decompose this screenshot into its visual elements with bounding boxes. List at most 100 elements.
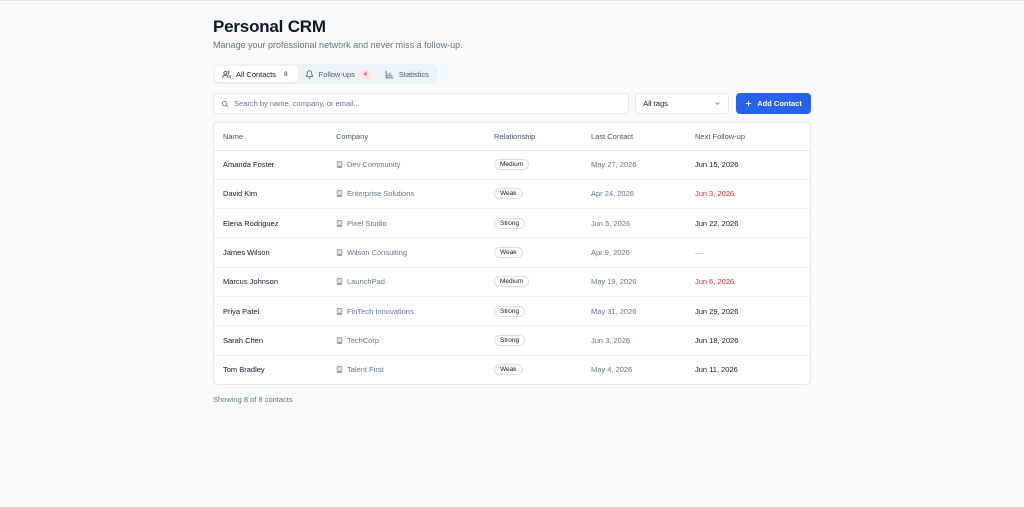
- company-cell: Wilson Consulting: [336, 237, 494, 268]
- next-followup: Jun 18, 2026: [695, 325, 810, 356]
- building-icon: [336, 219, 343, 227]
- last-contact: May 31, 2026: [591, 296, 695, 327]
- tab-statistics[interactable]: Statistics: [378, 66, 436, 82]
- page-container: Personal CRM Manage your professional ne…: [213, 16, 811, 404]
- toolbar: All tags Add Contact: [213, 93, 811, 114]
- building-icon: [336, 307, 343, 315]
- contact-name: Amanda Foster: [214, 150, 336, 180]
- relationship-cell: Weak: [494, 237, 591, 268]
- contact-name: Marcus Johnson: [214, 267, 336, 297]
- company: Wilson Consulting: [336, 248, 494, 257]
- tag-filter-value: All tags: [643, 99, 668, 108]
- building-icon: [336, 278, 343, 286]
- table-row[interactable]: Tom Bradley Talent First Weak May 4, 2026 Ju…: [214, 355, 810, 384]
- company-name: TechCorp: [347, 335, 380, 345]
- building-icon: [336, 366, 343, 374]
- search-icon: [221, 100, 229, 107]
- next-followup: Jun 3, 2026: [695, 179, 810, 210]
- last-contact: Apr 9, 2026: [591, 237, 695, 268]
- table-row[interactable]: Priya Patel FinTech Innovations Strong May …: [214, 296, 810, 327]
- tab-label: Statistics: [398, 69, 429, 79]
- header-company[interactable]: Company: [336, 123, 494, 151]
- contact-name: Priya Patel: [214, 296, 336, 327]
- relationship-badge: Weak: [494, 188, 523, 200]
- company-name: FinTech Innovations: [347, 306, 414, 316]
- contact-name: Elena Rodriguez: [214, 208, 336, 239]
- company: FinTech Innovations: [336, 307, 494, 316]
- tab-label: Follow-ups: [318, 69, 355, 79]
- table-row[interactable]: Marcus Johnson LaunchPad Medium May 19, 202…: [214, 267, 810, 297]
- last-contact: May 19, 2026: [591, 267, 695, 297]
- search-input[interactable]: [234, 99, 614, 108]
- add-contact-label: Add Contact: [757, 99, 802, 108]
- tag-filter-select[interactable]: All tags: [635, 93, 730, 114]
- contacts-table: Name Company Relationship Last Contact N…: [214, 123, 810, 384]
- contact-name: Sarah Chen: [214, 325, 336, 356]
- building-icon: [336, 190, 343, 198]
- next-followup: Jun 6, 2026: [695, 267, 810, 297]
- tab-all-contacts[interactable]: All Contacts 8: [215, 66, 298, 82]
- relationship-cell: Strong: [494, 296, 591, 327]
- add-contact-button[interactable]: Add Contact: [736, 93, 811, 114]
- company-name: Talent First: [347, 365, 384, 375]
- header-relationship[interactable]: Relationship: [494, 123, 591, 151]
- relationship-cell: Weak: [494, 179, 591, 210]
- company-name: Wilson Consulting: [347, 248, 408, 258]
- relationship-badge: Weak: [494, 247, 523, 259]
- table-row[interactable]: Amanda Foster Dev Community Medium May 27, …: [214, 150, 810, 180]
- relationship-cell: Strong: [494, 325, 591, 356]
- table-row[interactable]: David Kim Enterprise Solutions Weak Apr 24,…: [214, 179, 810, 210]
- company: TechCorp: [336, 336, 494, 345]
- last-contact: May 27, 2026: [591, 150, 695, 180]
- next-followup: Jun 29, 2026: [695, 296, 810, 327]
- relationship-badge: Strong: [494, 217, 526, 229]
- company: Talent First: [336, 365, 494, 374]
- company-cell: Talent First: [336, 355, 494, 384]
- contact-name: Tom Bradley: [223, 365, 265, 375]
- company-name: Pixel Studio: [347, 218, 387, 228]
- company: Pixel Studio: [336, 219, 494, 228]
- relationship-badge: Strong: [494, 334, 526, 346]
- results-count: Showing 8 of 8 contacts: [213, 395, 293, 405]
- company-cell: TechCorp: [336, 325, 494, 356]
- relationship-cell: Strong: [494, 208, 591, 239]
- table-row[interactable]: Sarah Chen TechCorp Strong Jun 3, 2026 Jun 1…: [214, 325, 810, 356]
- header-name[interactable]: Name: [214, 123, 336, 151]
- last-contact: May 4, 2026: [591, 365, 633, 375]
- header-next-followup[interactable]: Next Follow-up: [695, 123, 810, 151]
- relationship-cell: Medium: [494, 150, 591, 180]
- table-row[interactable]: Elena Rodriguez Pixel Studio Strong Jun 5, …: [214, 208, 810, 239]
- relationship-badge: Weak: [494, 364, 523, 376]
- next-followup: Jun 11, 2026: [695, 365, 738, 375]
- company-cell: Enterprise Solutions: [336, 179, 494, 210]
- last-contact: Jun 5, 2026: [591, 208, 695, 239]
- company-cell: Dev Community: [336, 150, 494, 180]
- last-contact: Apr 24, 2026: [591, 179, 695, 210]
- contact-name: James Wilson: [214, 237, 336, 268]
- table-row[interactable]: James Wilson Wilson Consulting Weak Apr 9, …: [214, 237, 810, 268]
- next-followup: Jun 22, 2026: [695, 208, 810, 239]
- last-contact: Jun 3, 2026: [591, 325, 695, 356]
- contacts-table-card: Name Company Relationship Last Contact N…: [213, 122, 811, 386]
- building-icon: [336, 337, 343, 344]
- company-name: Enterprise Solutions: [347, 189, 415, 199]
- plus-icon: [745, 100, 752, 107]
- tab-follow-ups[interactable]: Follow-ups 4: [298, 66, 378, 82]
- company: LaunchPad: [336, 277, 494, 286]
- company-cell: Pixel Studio: [336, 208, 494, 239]
- company-cell: LaunchPad: [336, 267, 494, 297]
- users-icon: [222, 70, 231, 78]
- relationship-badge: Strong: [494, 305, 526, 317]
- tab-count-badge: 8: [284, 70, 288, 78]
- bell-icon: [305, 69, 313, 79]
- company-cell: FinTech Innovations: [336, 296, 494, 327]
- header-last-contact[interactable]: Last Contact: [591, 123, 695, 151]
- table-header-row: Name Company Relationship Last Contact N…: [214, 123, 810, 151]
- company-name: Dev Community: [347, 160, 401, 170]
- tab-bar: All Contacts 8 Follow-ups 4 Statistics: [213, 64, 438, 84]
- relationship-cell: Weak: [494, 355, 591, 384]
- next-followup: —: [695, 237, 810, 268]
- tab-label: All Contacts: [236, 69, 277, 79]
- bar-chart-icon: [385, 70, 394, 78]
- page-subtitle: Manage your professional network and nev…: [213, 40, 463, 50]
